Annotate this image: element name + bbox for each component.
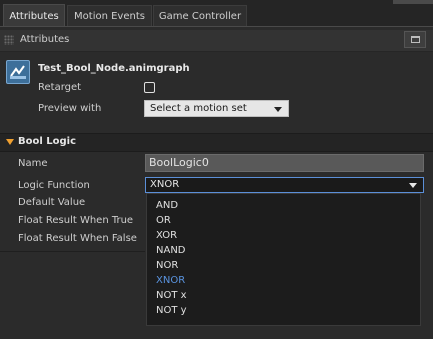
logic-function-label: Logic Function (18, 180, 90, 191)
tab-motion-events[interactable]: Motion Events (67, 5, 152, 26)
default-value-label: Default Value (18, 197, 86, 208)
option-not-y[interactable]: NOT y (156, 305, 187, 316)
float-result-true-label: Float Result When True (18, 215, 134, 226)
tab-divider (0, 26, 433, 27)
tab-attributes[interactable]: Attributes (3, 4, 65, 27)
option-nand[interactable]: NAND (156, 245, 186, 256)
motion-set-value: Select a motion set (150, 103, 247, 114)
option-nor[interactable]: NOR (156, 260, 178, 271)
file-name: Test_Bool_Node.animgraph (38, 63, 190, 74)
drag-grip-icon[interactable] (4, 35, 14, 45)
chevron-down-icon (409, 183, 417, 188)
preview-label: Preview with (38, 103, 102, 114)
float-result-false-label: Float Result When False (18, 233, 137, 244)
option-and[interactable]: AND (156, 200, 178, 211)
window-corner (393, 0, 433, 4)
undock-button[interactable] (404, 31, 426, 48)
tab-game-controller[interactable]: Game Controller (153, 5, 247, 26)
name-input[interactable]: BoolLogic0 (145, 154, 424, 172)
chevron-down-icon (274, 107, 282, 112)
option-xor[interactable]: XOR (156, 230, 177, 241)
motion-set-select[interactable]: Select a motion set (144, 100, 289, 117)
section-title: Bool Logic (18, 136, 77, 147)
option-xnor[interactable]: XNOR (156, 275, 185, 286)
logic-function-value: XNOR (150, 179, 180, 190)
divider (0, 251, 145, 252)
logic-function-dropdown: AND OR XOR NAND NOR XNOR NOT x NOT y (146, 193, 421, 326)
window-icon (411, 36, 420, 43)
panel-title: Attributes (20, 34, 70, 45)
option-not-x[interactable]: NOT x (156, 290, 187, 301)
retarget-label: Retarget (38, 82, 82, 93)
logic-function-select[interactable]: XNOR (145, 177, 424, 193)
retarget-checkbox[interactable] (144, 82, 155, 93)
animgraph-file-icon (6, 60, 30, 84)
option-or[interactable]: OR (156, 215, 171, 226)
name-label: Name (18, 158, 48, 169)
collapse-arrow-icon[interactable] (6, 139, 14, 145)
